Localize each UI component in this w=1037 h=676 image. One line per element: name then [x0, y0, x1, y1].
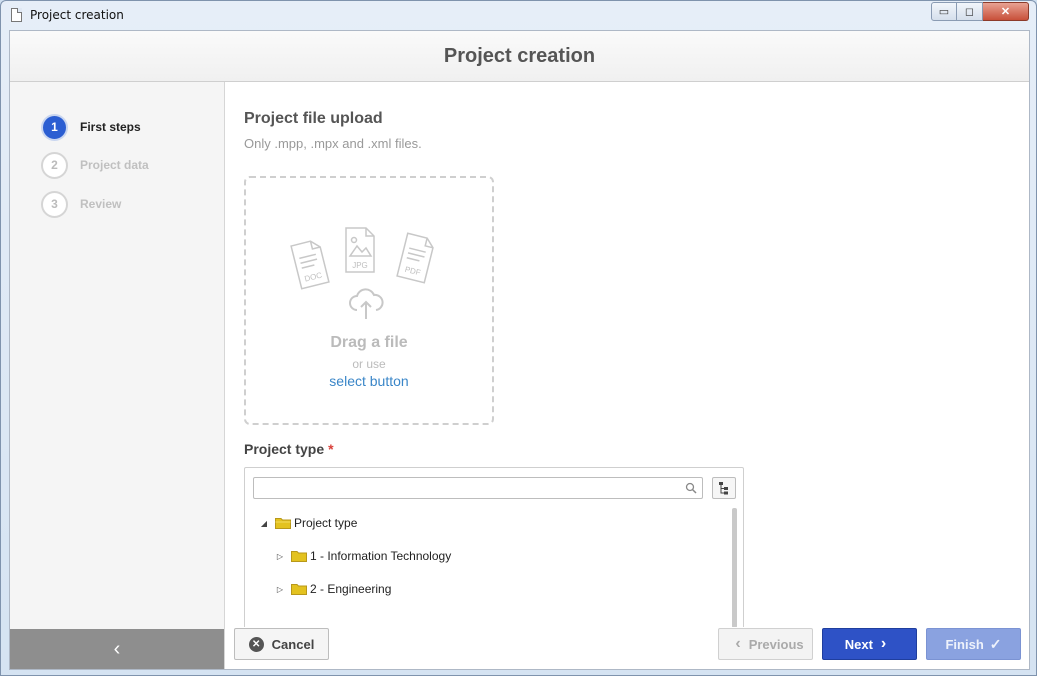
step-label: First steps — [80, 120, 141, 134]
step-label: Review — [80, 197, 122, 211]
finish-button-label: Finish — [945, 636, 984, 652]
tree-node-label: 1 - Information Technology — [310, 549, 452, 563]
window-controls: ▭ ◻ ✕ — [931, 2, 1029, 21]
cloud-upload-icon — [349, 288, 384, 319]
maximize-icon: ◻ — [964, 6, 975, 18]
close-button[interactable]: ✕ — [983, 2, 1029, 21]
folder-open-icon — [275, 518, 291, 529]
minimize-button[interactable]: ▭ — [931, 2, 957, 21]
cancel-x-icon: ✕ — [248, 636, 264, 652]
project-type-label: Project type * — [244, 441, 334, 457]
wizard-sidebar: 1 First steps 2 Project data 3 Review ‹ — [10, 82, 225, 669]
wizard-step-project-data[interactable]: 2 Project data — [41, 151, 149, 179]
project-type-label-text: Project type — [244, 441, 325, 457]
checkmark-icon: ✓ — [989, 635, 1002, 652]
maximize-button[interactable]: ◻ — [957, 2, 983, 21]
select-file-link[interactable]: select button — [246, 373, 492, 389]
search-icon[interactable] — [685, 482, 697, 494]
step-number-badge: 3 — [41, 190, 68, 218]
finish-button[interactable]: Finish ✓ — [926, 628, 1021, 660]
project-type-search-input[interactable] — [253, 477, 703, 499]
tree-node-label: Project type — [294, 516, 358, 530]
required-indicator: * — [328, 441, 334, 457]
wizard-step-first-steps[interactable]: 1 First steps — [41, 113, 141, 141]
file-dropzone[interactable]: DOC JPG PDF Drag a file or use select bu… — [244, 176, 494, 425]
page-title: Project creation — [443, 45, 596, 67]
tree-node-information-technology[interactable]: ▷ 1 - Information Technology — [275, 546, 451, 566]
collapse-sidebar-button[interactable]: ‹ — [10, 629, 224, 669]
step-number-badge: 2 — [41, 151, 68, 179]
project-type-tree-panel: ◢ Project type ▷ 1 - Information Technol… — [244, 467, 744, 627]
close-icon: ✕ — [1000, 6, 1011, 18]
cancel-button[interactable]: ✕ Cancel — [234, 628, 329, 660]
file-type-label: JPG — [352, 261, 368, 270]
hierarchy-icon — [719, 482, 728, 495]
tree-view-toggle-button[interactable] — [712, 477, 736, 499]
dialog-footer: ✕ Cancel ‹ Previous Next › Finish ✓ — [226, 627, 1029, 669]
cancel-button-label: Cancel — [271, 636, 315, 652]
collapsed-arrow-icon[interactable]: ▷ — [275, 552, 285, 561]
chevron-left-icon: ‹ — [113, 637, 121, 660]
minimize-icon: ▭ — [938, 6, 950, 18]
tree-scrollbar[interactable] — [732, 508, 737, 627]
next-button[interactable]: Next › — [822, 628, 917, 660]
upload-section-title: Project file upload — [244, 110, 383, 127]
collapsed-arrow-icon[interactable]: ▷ — [275, 585, 285, 594]
next-button-label: Next — [844, 636, 873, 652]
window-title: Project creation — [30, 8, 124, 22]
tree-node-label: 2 - Engineering — [310, 582, 392, 596]
wizard-step-review[interactable]: 3 Review — [41, 190, 122, 218]
upload-section-subtitle: Only .mpp, .mpx and .xml files. — [244, 136, 422, 151]
file-types-icon: DOC JPG PDF — [290, 227, 434, 290]
drag-file-label: Drag a file — [330, 334, 408, 351]
tree-node-engineering[interactable]: ▷ 2 - Engineering — [275, 579, 391, 599]
tree-node-project-type[interactable]: ◢ Project type — [259, 513, 357, 533]
or-use-label: or use — [352, 357, 386, 371]
document-icon — [11, 8, 22, 22]
app-window: Project creation ▭ ◻ ✕ Project creation … — [0, 0, 1037, 676]
previous-button[interactable]: ‹ Previous — [718, 628, 813, 660]
step-number-badge: 1 — [41, 113, 68, 141]
previous-button-label: Previous — [748, 636, 804, 652]
chevron-right-icon: › — [880, 635, 887, 652]
dialog-client: Project creation 1 First steps 2 Project… — [9, 30, 1030, 670]
expanded-arrow-icon[interactable]: ◢ — [259, 519, 269, 528]
title-bar[interactable]: Project creation ▭ ◻ ✕ — [1, 1, 1036, 29]
step-label: Project data — [80, 158, 149, 172]
folder-icon — [291, 584, 307, 595]
chevron-left-icon: ‹ — [735, 635, 741, 652]
folder-icon — [291, 551, 307, 562]
dialog-header: Project creation — [10, 31, 1029, 82]
main-content: Project file upload Only .mpp, .mpx and … — [226, 82, 1029, 627]
